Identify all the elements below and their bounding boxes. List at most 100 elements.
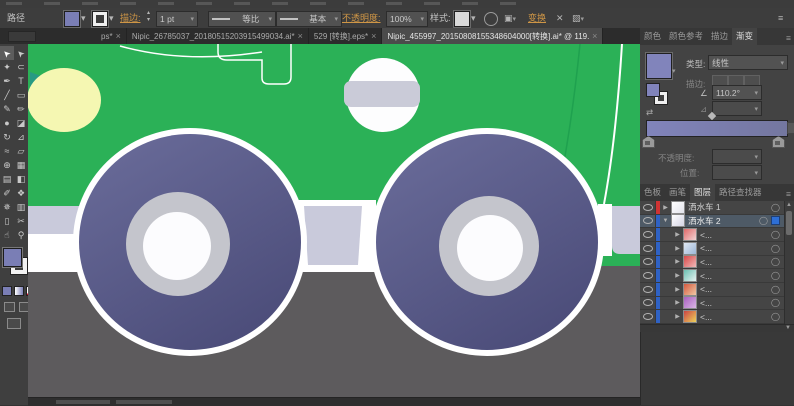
- layer-thumbnail[interactable]: [683, 310, 697, 323]
- layer-name[interactable]: 洒水车 2: [688, 215, 757, 227]
- mesh-tool[interactable]: ▤: [0, 172, 14, 186]
- expand-arrow-icon[interactable]: ▶: [672, 245, 683, 252]
- style-swatch[interactable]: [454, 11, 470, 27]
- selection-tool[interactable]: ➤: [0, 46, 14, 60]
- aspect-ratio-field[interactable]: ▾: [712, 101, 762, 116]
- preferences-icon[interactable]: ▣▾: [504, 13, 516, 25]
- rear-bumper[interactable]: [612, 206, 640, 254]
- stroke-width-field[interactable]: 1 pt▾: [156, 11, 198, 27]
- lasso-tool[interactable]: ⊂: [14, 60, 28, 74]
- rotate-tool[interactable]: ↻: [0, 130, 14, 144]
- target-circle-icon[interactable]: ◯: [771, 244, 780, 253]
- gradient-type-dropdown[interactable]: 线性▾: [708, 55, 788, 70]
- expand-arrow-icon[interactable]: ▶: [672, 231, 683, 238]
- tab-close-icon[interactable]: ×: [298, 31, 303, 41]
- expand-arrow-icon[interactable]: ▶: [660, 204, 671, 211]
- screen-mode-button[interactable]: [7, 318, 21, 329]
- visibility-toggle[interactable]: [640, 310, 656, 323]
- style-dropdown-icon[interactable]: ▾: [471, 13, 476, 23]
- document-tab[interactable]: ps*×: [96, 28, 127, 44]
- gradient-stop-right[interactable]: [772, 136, 785, 148]
- brush-definition-dropdown[interactable]: 基本▾: [276, 11, 342, 27]
- panel-tab[interactable]: 描边: [707, 28, 732, 45]
- target-circle-icon[interactable]: ◯: [771, 298, 780, 307]
- wheel-right-hub[interactable]: [457, 215, 523, 281]
- layer-row[interactable]: ▶<...◯: [640, 256, 794, 270]
- panel-tab[interactable]: 色板: [640, 184, 665, 201]
- target-circle-icon[interactable]: ◯: [771, 285, 780, 294]
- delete-stop-icon[interactable]: [787, 122, 794, 134]
- gradient-slider[interactable]: [646, 120, 788, 137]
- hand-tool[interactable]: ☝: [0, 228, 14, 242]
- slice-tool[interactable]: ✂: [14, 214, 28, 228]
- visibility-toggle[interactable]: [640, 269, 656, 282]
- expand-arrow-icon[interactable]: ▶: [672, 299, 683, 306]
- width-profile-dropdown[interactable]: 等比▾: [208, 11, 276, 27]
- stroke-width-dropdown-icon[interactable]: ▾: [190, 15, 194, 23]
- panel-tab[interactable]: 画笔: [665, 184, 690, 201]
- layer-thumbnail[interactable]: [683, 228, 697, 241]
- blend-tool[interactable]: ❖: [14, 186, 28, 200]
- type-tool[interactable]: T: [14, 74, 28, 88]
- reverse-gradient-icon[interactable]: ⇄: [646, 107, 653, 118]
- expand-arrow-icon[interactable]: ▶: [672, 286, 683, 293]
- gas-cap-bar[interactable]: [344, 81, 420, 107]
- visibility-toggle[interactable]: [640, 242, 656, 255]
- target-circle-icon[interactable]: ◯: [771, 271, 780, 280]
- opacity-field[interactable]: 100%▾: [386, 11, 428, 27]
- stroke-link[interactable]: 描边:: [120, 8, 141, 28]
- document-tab[interactable]: Nipic_26785037_20180515203915499034.ai*×: [127, 28, 309, 44]
- layer-row[interactable]: ▶ <...◯: [640, 310, 794, 324]
- collapse-panel-icon[interactable]: ≡: [778, 13, 783, 23]
- status-box[interactable]: [56, 400, 110, 404]
- target-circle-icon[interactable]: ◯: [771, 257, 780, 266]
- layer-row[interactable]: ▶<...◯: [640, 297, 794, 311]
- tab-close-icon[interactable]: ×: [116, 31, 121, 41]
- pen-tool[interactable]: ✒: [0, 74, 14, 88]
- gradient-swatch[interactable]: [646, 53, 672, 79]
- align-dropdown-icon[interactable]: ▨▾: [572, 13, 584, 25]
- tab-close-icon[interactable]: ×: [371, 31, 376, 41]
- panel-tab[interactable]: 渐变: [732, 28, 757, 45]
- gradient-button[interactable]: [14, 286, 24, 296]
- expand-arrow-icon[interactable]: ▶: [672, 313, 683, 320]
- target-circle-icon[interactable]: ◯: [771, 312, 780, 321]
- expand-arrow-icon[interactable]: ▼: [660, 218, 671, 224]
- visibility-toggle[interactable]: [640, 283, 656, 296]
- panel-tab[interactable]: 路径查找器: [715, 184, 766, 201]
- stroke-stepper[interactable]: ▴▾: [147, 10, 150, 24]
- zoom-tool[interactable]: ⚲: [14, 228, 28, 242]
- pencil-tool[interactable]: ✏: [14, 102, 28, 116]
- document-tab[interactable]: 529 [转换].eps*×: [309, 28, 383, 44]
- rectangle-tool[interactable]: ▭: [14, 88, 28, 102]
- status-box[interactable]: [116, 400, 172, 404]
- layer-name[interactable]: <...: [700, 284, 769, 294]
- layer-name[interactable]: <...: [700, 271, 769, 281]
- transform-link[interactable]: 变换: [528, 8, 546, 28]
- panel-tab[interactable]: 颜色: [640, 28, 665, 45]
- layer-thumbnail[interactable]: [683, 242, 697, 255]
- target-circle-icon[interactable]: ◯: [759, 216, 768, 225]
- layer-thumbnail[interactable]: [683, 255, 697, 268]
- fill-dropdown-icon[interactable]: ▾: [81, 13, 86, 23]
- eraser-tool[interactable]: ◪: [14, 116, 28, 130]
- visibility-toggle[interactable]: [640, 201, 656, 214]
- layer-row[interactable]: ▶<...◯: [640, 242, 794, 256]
- layer-name[interactable]: <...: [700, 312, 769, 322]
- gradient-tool[interactable]: ◧: [14, 172, 28, 186]
- magic-wand-tool[interactable]: ✦: [0, 60, 14, 74]
- layer-name[interactable]: <...: [700, 257, 769, 267]
- layer-row[interactable]: ▼ 洒水车 2◯: [640, 215, 794, 229]
- tab-close-icon[interactable]: ×: [592, 31, 597, 41]
- artboard-canvas[interactable]: [28, 44, 640, 397]
- wheel-right[interactable]: [370, 128, 604, 356]
- layer-row[interactable]: ▶<...◯: [640, 269, 794, 283]
- scale-tool[interactable]: ⊿: [14, 130, 28, 144]
- visibility-toggle[interactable]: [640, 297, 656, 310]
- layer-row[interactable]: ▶ <...◯: [640, 283, 794, 297]
- visibility-toggle[interactable]: [640, 215, 656, 228]
- opacity-link[interactable]: 不透明度:: [342, 8, 381, 28]
- scroll-down-icon[interactable]: ▼: [785, 325, 791, 332]
- line-segment-tool[interactable]: ╱: [0, 88, 14, 102]
- artboard-tool[interactable]: ▯: [0, 214, 14, 228]
